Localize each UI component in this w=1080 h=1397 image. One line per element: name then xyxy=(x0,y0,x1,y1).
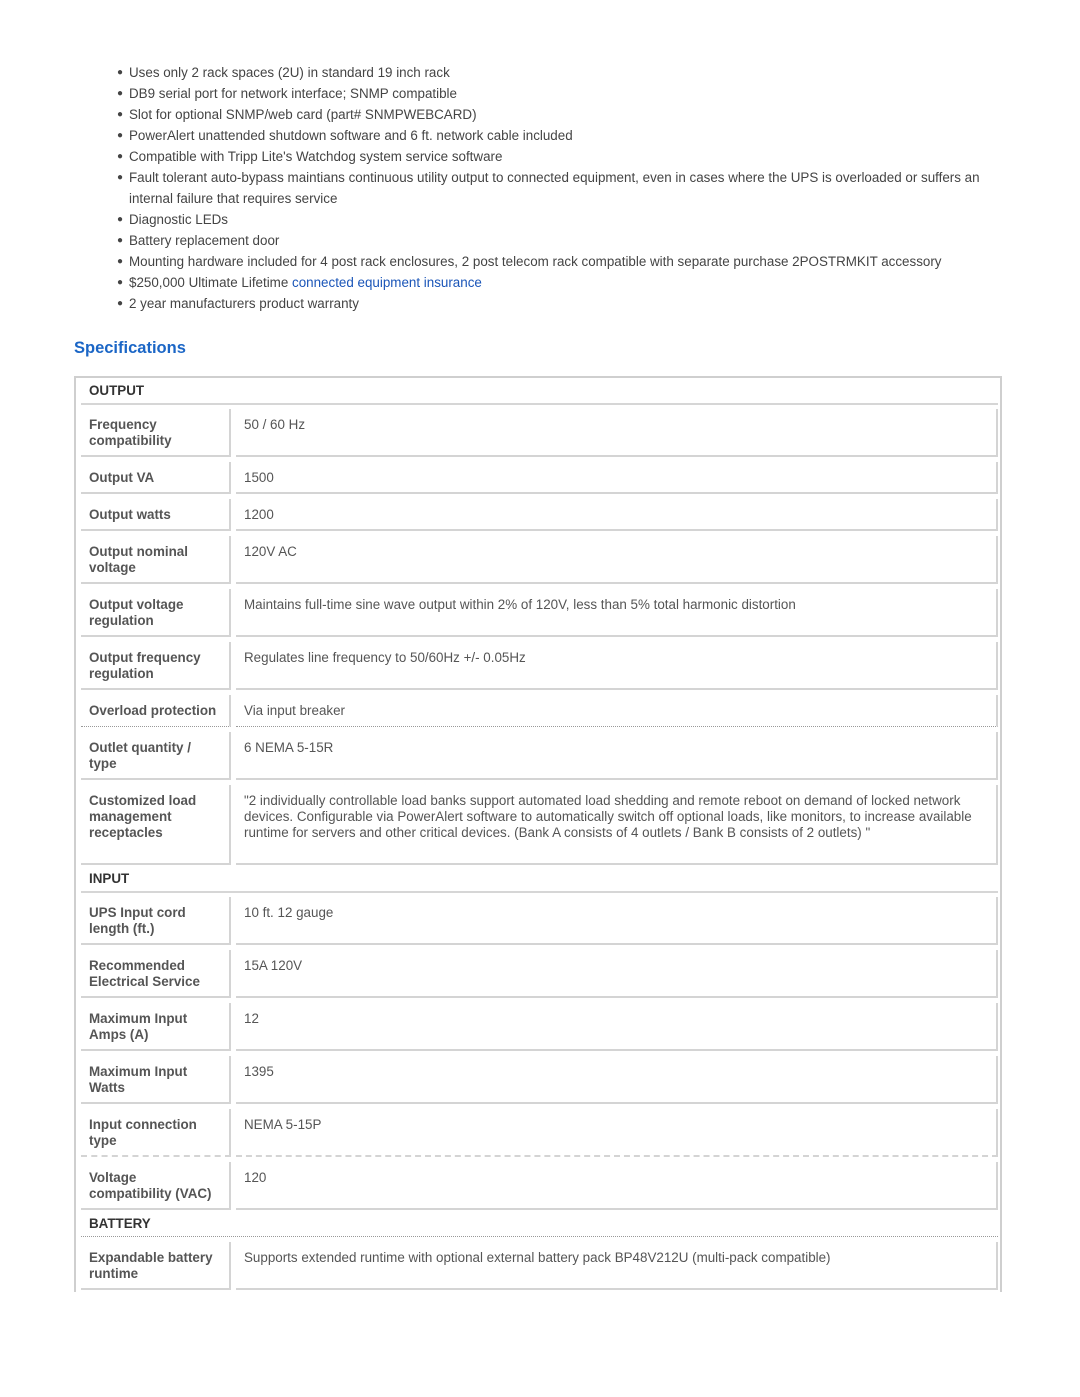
spec-row: Maximum Input Watts 1395 xyxy=(81,1056,998,1104)
spec-value: "2 individually controllable load banks … xyxy=(236,785,998,865)
bullet-icon: ● xyxy=(117,67,124,78)
spec-label: Input connection type xyxy=(81,1109,231,1157)
spec-value: 1200 xyxy=(236,499,998,531)
spec-label: Output watts xyxy=(81,499,231,531)
feature-item: ● Uses only 2 rack spaces (2U) in standar… xyxy=(116,62,996,83)
spec-row: Expandable battery runtime Supports exte… xyxy=(81,1242,998,1290)
bullet-icon: ● xyxy=(117,172,124,183)
insurance-link[interactable]: connected equipment insurance xyxy=(292,275,482,290)
bullet-icon: ● xyxy=(117,109,124,120)
spec-label: Maximum Input Watts xyxy=(81,1056,231,1104)
spec-value: 12 xyxy=(236,1003,998,1051)
spec-label: Recommended Electrical Service xyxy=(81,950,231,998)
feature-list: ● Uses only 2 rack spaces (2U) in standar… xyxy=(116,62,996,314)
specifications-heading: Specifications xyxy=(74,339,186,357)
bullet-icon: ● xyxy=(117,88,124,99)
spec-label: UPS Input cord length (ft.) xyxy=(81,897,231,945)
bullet-icon: ● xyxy=(117,214,124,225)
spec-label: Output voltage regulation xyxy=(81,589,231,637)
spec-label: Output nominal voltage xyxy=(81,536,231,584)
feature-item: ● Compatible with Tripp Lite's Watchdog s… xyxy=(116,146,996,167)
feature-item: ● Fault tolerant auto-bypass maintians co… xyxy=(116,167,996,209)
feature-item: ● Slot for optional SNMP/web card (part# … xyxy=(116,104,996,125)
spec-value: Regulates line frequency to 50/60Hz +/- … xyxy=(236,642,998,690)
spec-label: Outlet quantity / type xyxy=(81,732,231,780)
section-header-output: OUTPUT xyxy=(81,382,998,405)
spec-value: 6 NEMA 5-15R xyxy=(236,732,998,780)
spec-label: Output VA xyxy=(81,462,231,494)
feature-item: ● 2 year manufacturers product warranty xyxy=(116,293,996,314)
feature-item: ● PowerAlert unattended shutdown software… xyxy=(116,125,996,146)
feature-item: ● Mounting hardware included for 4 post r… xyxy=(116,251,996,272)
bullet-icon: ● xyxy=(117,298,124,309)
spec-value: 120 xyxy=(236,1162,998,1210)
spec-label: Frequency compatibility xyxy=(81,409,231,457)
feature-item: ● Battery replacement door xyxy=(116,230,996,251)
spec-value: Supports extended runtime with optional … xyxy=(236,1242,998,1290)
bullet-icon: ● xyxy=(117,235,124,246)
spec-value: 1500 xyxy=(236,462,998,494)
bullet-icon: ● xyxy=(117,130,124,141)
spec-label: Customized load management receptacles xyxy=(81,785,231,865)
spec-value: 1395 xyxy=(236,1056,998,1104)
feature-item: ● Diagnostic LEDs xyxy=(116,209,996,230)
spec-label: Overload protection xyxy=(81,695,231,727)
spec-label: Expandable battery runtime xyxy=(81,1242,231,1290)
bullet-icon: ● xyxy=(117,151,124,162)
section-header-battery: BATTERY xyxy=(81,1215,998,1237)
spec-row: Output VA 1500 xyxy=(81,462,998,494)
feature-item: ● DB9 serial port for network interface; … xyxy=(116,83,996,104)
spec-row: Frequency compatibility 50 / 60 Hz xyxy=(81,409,998,457)
spec-row: Recommended Electrical Service 15A 120V xyxy=(81,950,998,998)
spec-value: 120V AC xyxy=(236,536,998,584)
section-header-input: INPUT xyxy=(81,870,998,893)
spec-value: 15A 120V xyxy=(236,950,998,998)
spec-row: Maximum Input Amps (A) 12 xyxy=(81,1003,998,1051)
spec-row: Customized load management receptacles "… xyxy=(81,785,998,865)
spec-row: Output nominal voltage 120V AC xyxy=(81,536,998,584)
spec-row: Input connection type NEMA 5-15P xyxy=(81,1109,998,1157)
spec-row: Outlet quantity / type 6 NEMA 5-15R xyxy=(81,732,998,780)
spec-label: Output frequency regulation xyxy=(81,642,231,690)
spec-row: UPS Input cord length (ft.) 10 ft. 12 ga… xyxy=(81,897,998,945)
spec-value: 10 ft. 12 gauge xyxy=(236,897,998,945)
spec-value: 50 / 60 Hz xyxy=(236,409,998,457)
spec-value: Maintains full-time sine wave output wit… xyxy=(236,589,998,637)
spec-row: Output voltage regulation Maintains full… xyxy=(81,589,998,637)
spec-row: Output watts 1200 xyxy=(81,499,998,531)
specifications-table: OUTPUT Frequency compatibility 50 / 60 H… xyxy=(74,376,1002,1292)
feature-item: ● $250,000 Ultimate Lifetime connected eq… xyxy=(116,272,996,293)
spec-row: Output frequency regulation Regulates li… xyxy=(81,642,998,690)
bullet-icon: ● xyxy=(117,277,124,288)
spec-label: Maximum Input Amps (A) xyxy=(81,1003,231,1051)
spec-value: Via input breaker xyxy=(236,695,998,727)
spec-row: Voltage compatibility (VAC) 120 xyxy=(81,1162,998,1210)
bullet-icon: ● xyxy=(117,256,124,267)
spec-label: Voltage compatibility (VAC) xyxy=(81,1162,231,1210)
spec-row: Overload protection Via input breaker xyxy=(81,695,998,727)
spec-value: NEMA 5-15P xyxy=(236,1109,998,1157)
